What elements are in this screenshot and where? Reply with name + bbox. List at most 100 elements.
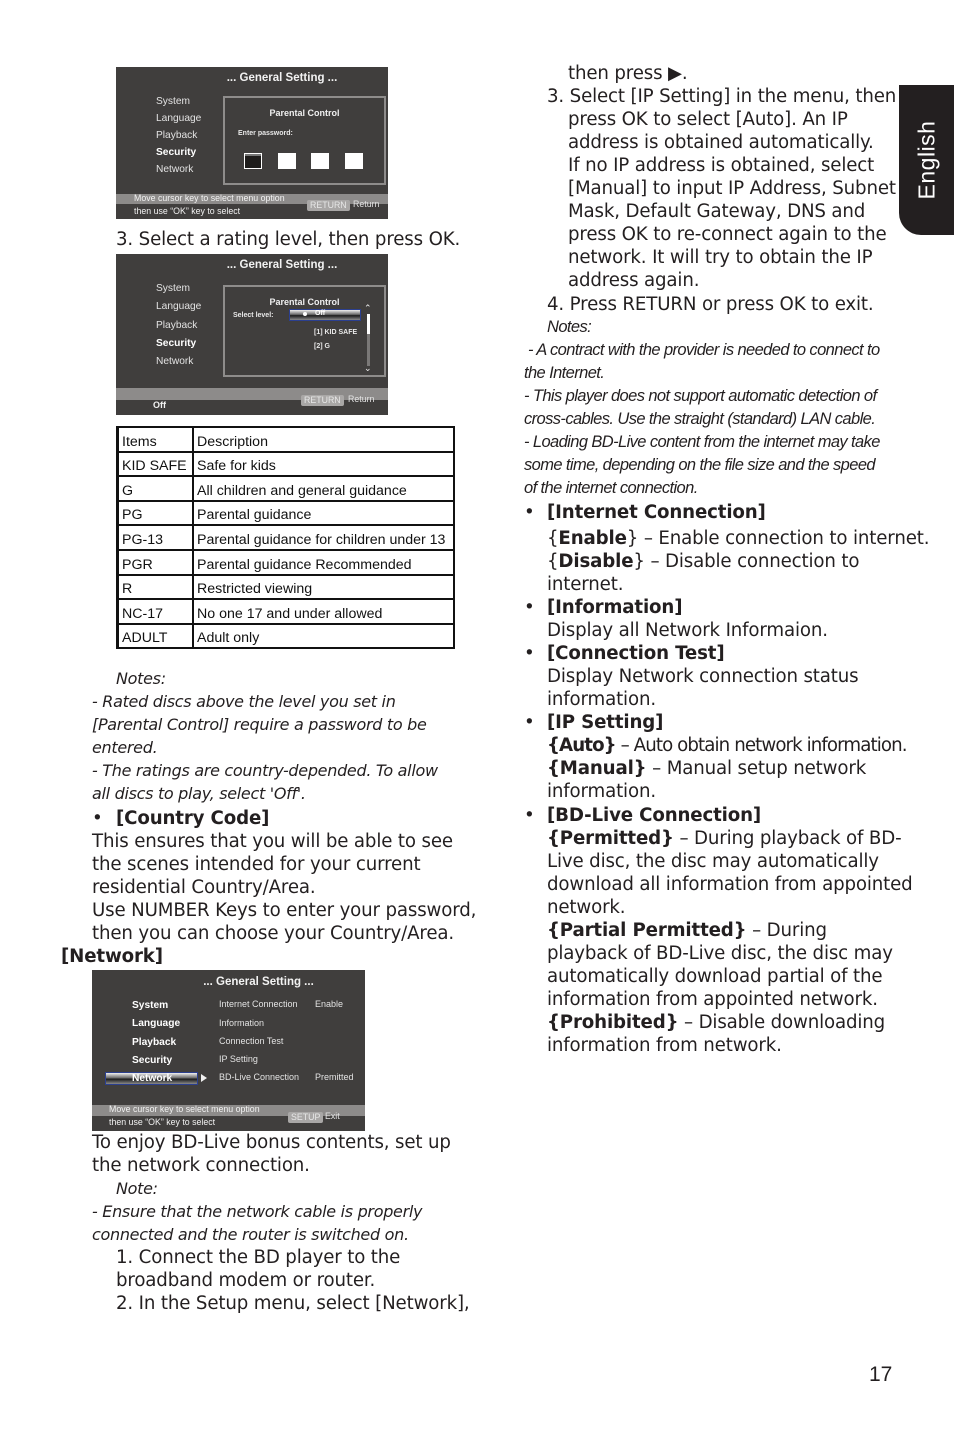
rating-item: R <box>116 573 194 601</box>
partial-line-cont: playback of BD-Live disc, the disc may <box>547 943 893 964</box>
table-header-row: Items Description <box>116 426 455 453</box>
network-option-bd-live[interactable]: BD-Live Connection <box>219 1072 299 1082</box>
note-line: the Internet. <box>524 364 605 382</box>
bullet: • <box>92 808 103 829</box>
step-line: If no IP address is obtained, select <box>568 155 875 176</box>
ip-setting-heading: [IP Setting] <box>547 712 664 733</box>
step-line: 1. Connect the BD player to the <box>116 1247 401 1268</box>
bullet: • <box>524 643 535 664</box>
manual-key: {Manual} <box>547 758 647 779</box>
auto-line: {Auto} – Auto obtain network information… <box>547 734 907 757</box>
network-option-bd-live-value: Premitted <box>315 1072 354 1082</box>
osd-network-screen: ... General Setting ... System Language … <box>92 970 365 1131</box>
step-line: 4. Press RETURN or press OK to exit. <box>547 294 874 315</box>
osd-menu-playback[interactable]: Playback <box>132 1037 176 1048</box>
manual-desc: – Manual setup network <box>646 758 867 779</box>
panel-title: Parental Control <box>269 108 340 118</box>
rating-item: PGR <box>116 548 194 576</box>
osd-status: Off <box>153 400 166 410</box>
osd-menu-language: Language <box>156 301 202 312</box>
osd-menu-system[interactable]: System <box>132 1000 168 1011</box>
osd-menu-security: Security <box>156 338 197 349</box>
disable-line-cont: internet. <box>547 574 624 595</box>
osd-menu-language[interactable]: Language <box>132 1018 180 1029</box>
step-line: press OK to re-connect again to the <box>568 224 887 245</box>
auto-desc: – Auto obtain network information. <box>615 735 908 756</box>
setup-key-label: Exit <box>325 1111 340 1121</box>
step-line: 3. Select [IP Setting] in the menu, then <box>547 86 897 107</box>
return-key[interactable]: RETURN <box>307 200 350 211</box>
scroll-up-icon[interactable]: ⌃ <box>364 303 372 314</box>
network-heading: [Network] <box>61 946 163 967</box>
enable-line: {Enable} – Enable connection to internet… <box>547 528 930 549</box>
note-heading: Note: <box>116 1179 158 1198</box>
country-code-line: the scenes intended for your current <box>92 854 421 875</box>
network-option-information[interactable]: Information <box>219 1018 264 1028</box>
country-code-heading: [Country Code] <box>116 808 270 829</box>
note-line: - This player does not support automatic… <box>524 387 877 405</box>
network-option-internet-connection[interactable]: Internet Connection <box>219 999 298 1009</box>
table-row: ADULT Adult only <box>116 622 455 650</box>
note-line: all discs to play, select 'Off'. <box>92 784 306 803</box>
return-key-label: Return <box>348 394 375 404</box>
osd-menu-network-selected[interactable]: Network <box>105 1072 198 1085</box>
scroll-down-icon[interactable]: ⌄ <box>364 363 372 374</box>
notes-heading: Notes: <box>547 318 592 336</box>
osd-level-screen: ... General Setting ... System Language … <box>116 254 388 415</box>
table-row: NC-17 No one 17 and under allowed <box>116 598 455 625</box>
rating-description: Adult only <box>192 622 455 650</box>
return-key-label: Return <box>353 199 380 209</box>
note-line: of the internet connection. <box>524 479 698 497</box>
bullet: • <box>524 502 535 523</box>
step-line: Mask, Default Gateway, DNS and <box>568 201 866 222</box>
header-description: Description <box>192 426 455 453</box>
network-option-ip-setting[interactable]: IP Setting <box>219 1054 258 1064</box>
note-line: - A contract with the provider is needed… <box>524 341 880 359</box>
step-line: press OK to select [Auto]. An IP <box>568 109 848 130</box>
prohibited-line-cont: information from network. <box>547 1035 782 1056</box>
bullet: • <box>524 597 535 618</box>
partial-line: {Partial Permitted} – During <box>547 919 827 942</box>
rating-item: NC-17 <box>116 598 194 625</box>
note-line: connected and the router is switched on. <box>92 1225 409 1244</box>
step-line: then press ▶. <box>568 63 688 84</box>
osd-menu-network: Network <box>156 164 194 175</box>
page-number: 17 <box>869 1363 893 1386</box>
language-tab: English <box>899 85 954 235</box>
password-digit-4[interactable] <box>345 153 363 169</box>
rating-description: No one 17 and under allowed <box>192 598 455 625</box>
osd-password-screen: ... General Setting ... System Language … <box>116 67 388 219</box>
scrollbar-thumb[interactable] <box>367 314 370 334</box>
password-prompt: Enter password: <box>238 130 293 137</box>
permitted-key: {Permitted} <box>547 828 674 849</box>
network-option-internet-connection-value: Enable <box>315 999 344 1009</box>
notes-heading: Notes: <box>116 669 166 688</box>
network-option-connection-test[interactable]: Connection Test <box>219 1036 283 1046</box>
level-option[interactable]: [2] G <box>314 343 330 350</box>
information-heading: [Information] <box>547 597 683 618</box>
rating-description: All children and general guidance <box>192 475 455 502</box>
password-digit-2[interactable] <box>278 153 296 169</box>
password-digit-1[interactable] <box>244 153 262 169</box>
level-selector[interactable]: Off <box>289 309 361 321</box>
language-tab-label: English <box>913 120 939 200</box>
manual-line-cont: information. <box>547 781 656 802</box>
permitted-line-cont: download all information from appointed <box>547 874 913 895</box>
return-key[interactable]: RETURN <box>301 395 344 406</box>
internet-connection-heading: [Internet Connection] <box>547 502 766 523</box>
connection-test-desc: Display Network connection status <box>547 666 859 687</box>
level-option[interactable]: [1] KID SAFE <box>314 329 357 336</box>
bullet: • <box>524 712 535 733</box>
osd-hint-line2: then use “OK” key to select <box>134 206 241 216</box>
note-line: cross-cables. Use the straight (standard… <box>524 410 876 428</box>
osd-menu-security[interactable]: Security <box>132 1055 172 1066</box>
setup-key[interactable]: SETUP <box>288 1112 324 1123</box>
table-row: KID SAFE Safe for kids <box>116 450 455 478</box>
step-line: address again. <box>568 270 700 291</box>
note-line: - Ensure that the network cable is prope… <box>92 1202 423 1221</box>
password-digit-3[interactable] <box>311 153 329 169</box>
parental-control-panel: Parental Control Enter password: <box>223 96 386 185</box>
osd-menu-language: Language <box>156 113 202 124</box>
country-code-line: This ensures that you will be able to se… <box>92 831 453 852</box>
country-code-line: Use NUMBER Keys to enter your password, <box>92 900 477 921</box>
